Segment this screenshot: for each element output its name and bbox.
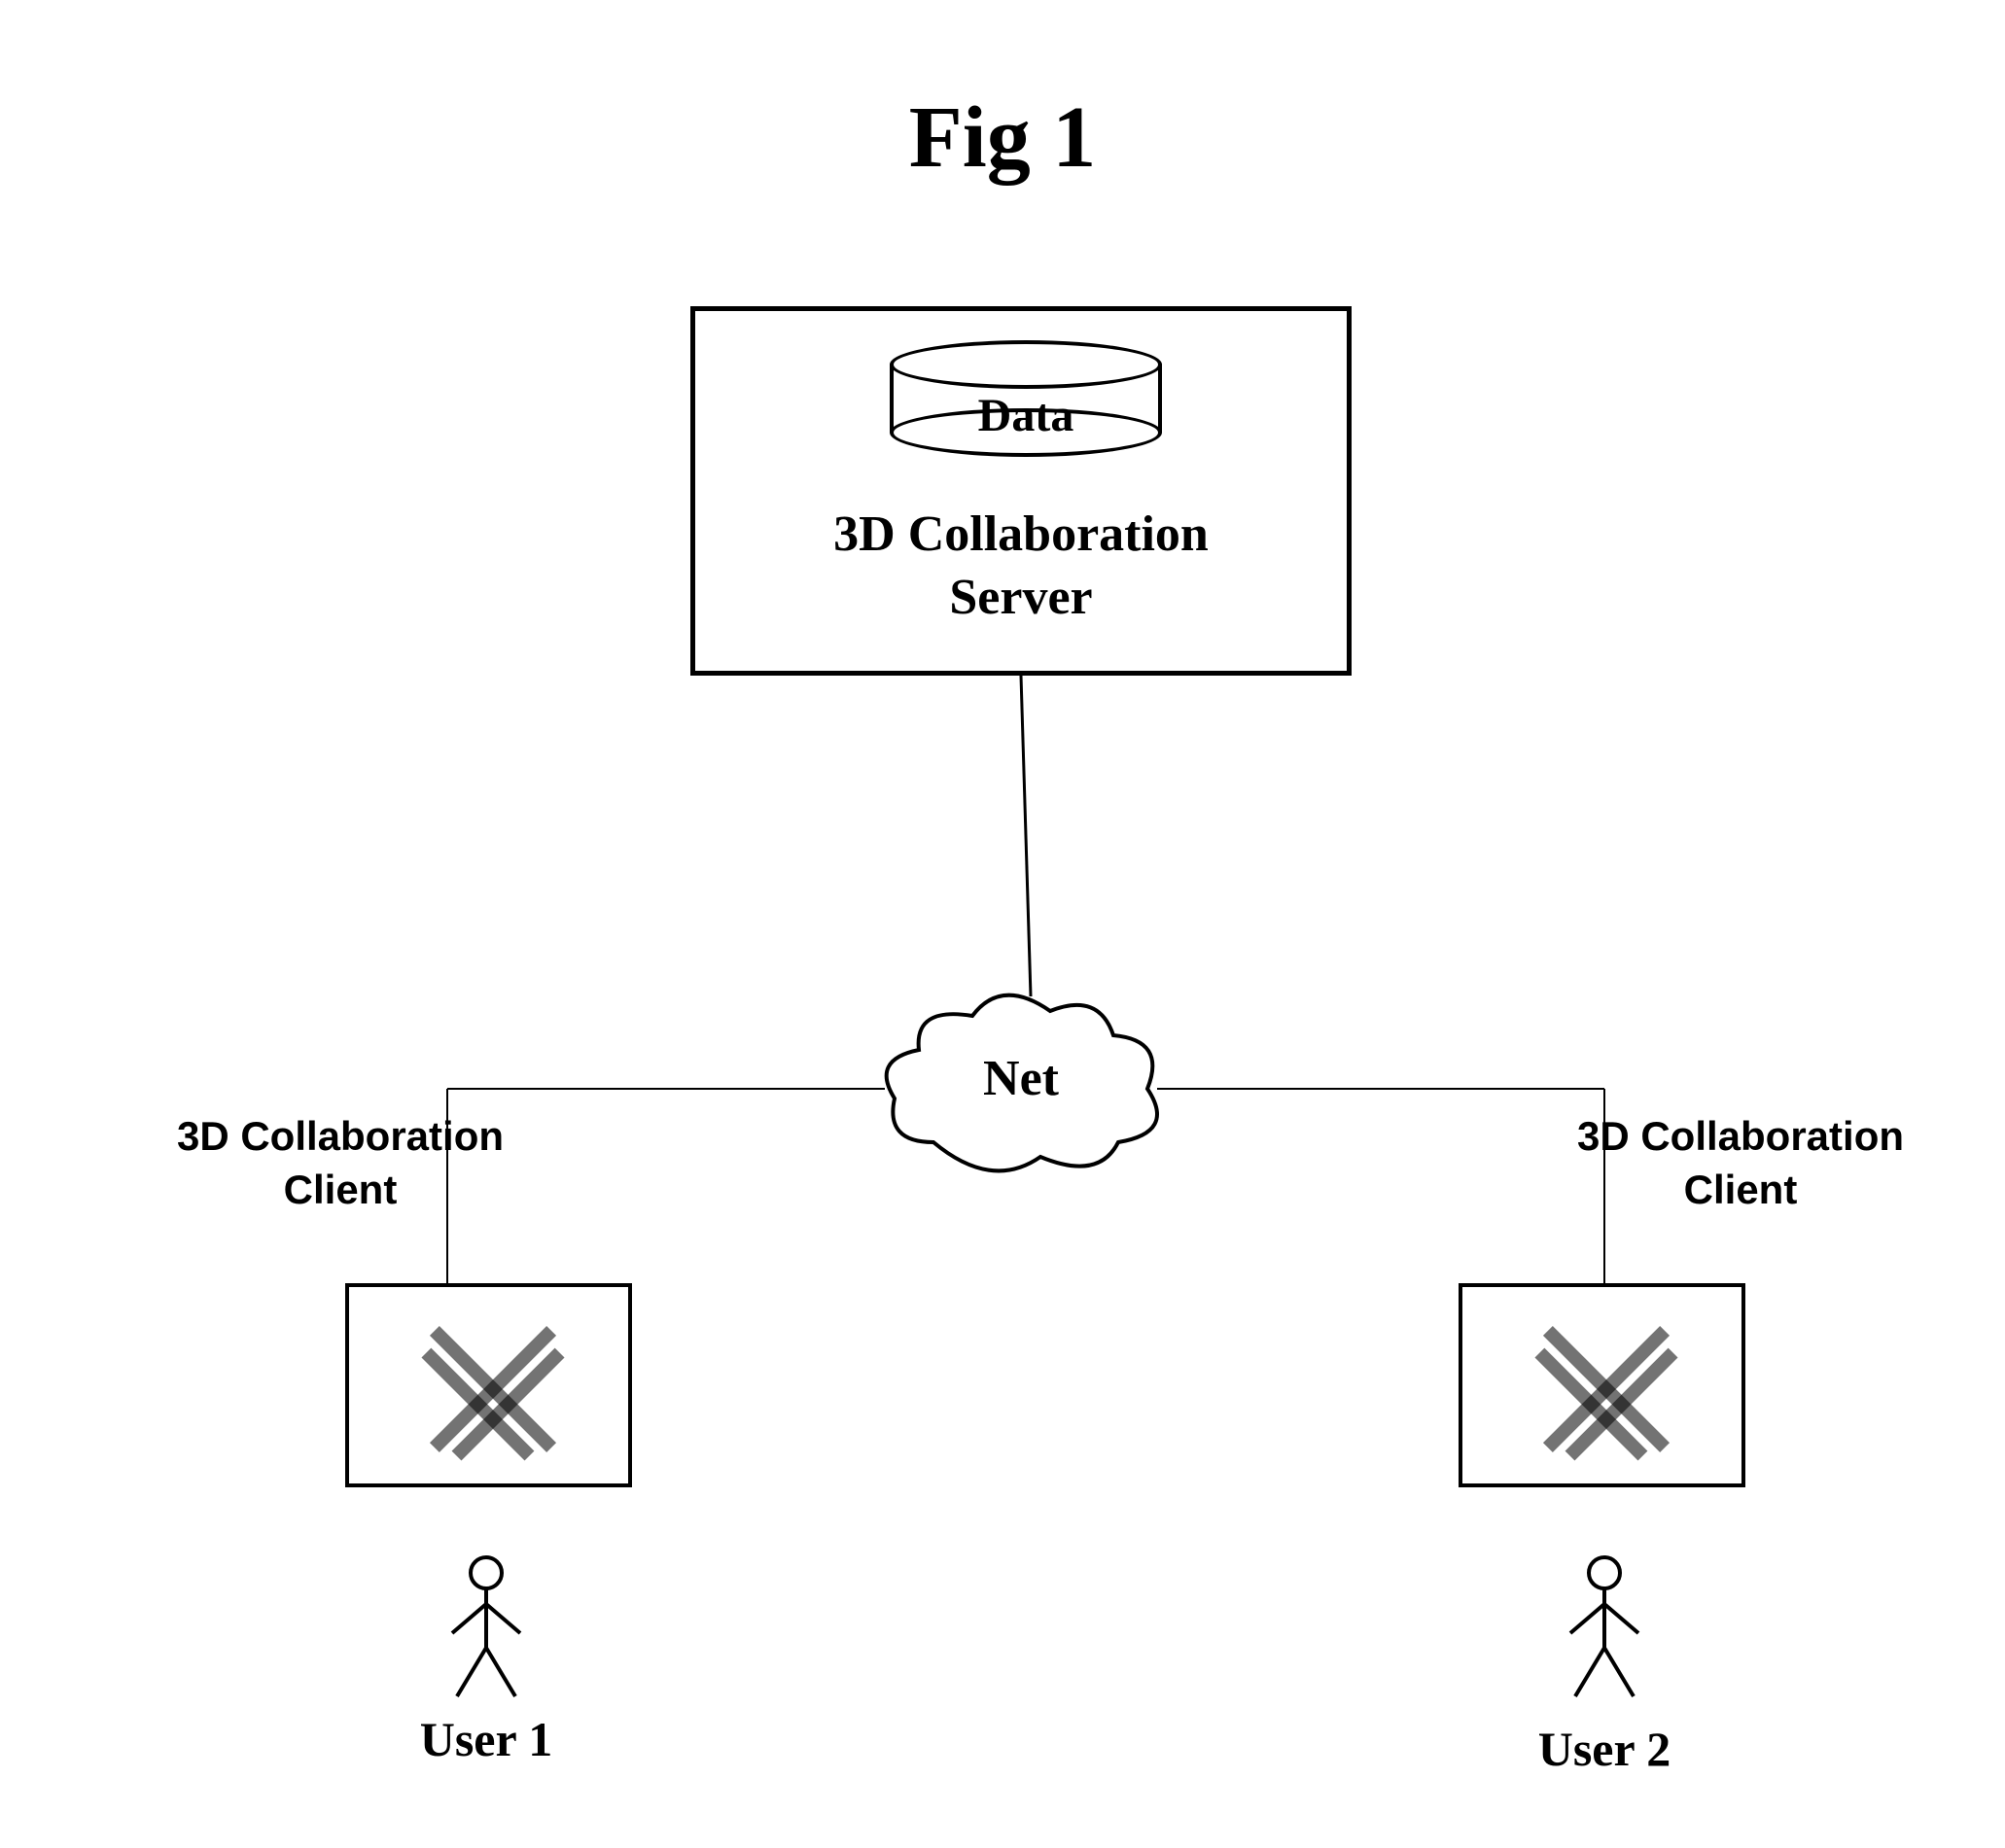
user-1-icon [438,1555,535,1701]
client-left-box [345,1283,632,1487]
client-right-title-line2: Client [1536,1167,1945,1213]
client-right-box [1459,1283,1745,1487]
client-right-x-icon [1548,1331,1665,1447]
user-2-icon [1556,1555,1653,1701]
user-2-label: User 2 [1459,1721,1750,1777]
client-right-title-line1: 3D Collaboration [1536,1113,1945,1160]
client-left-x-icon [435,1331,551,1447]
diagram-canvas: Fig 1 Data 3D Collaboration Server Net [0,0,2005,1848]
user-1-label: User 1 [340,1711,632,1767]
client-left-title-line1: 3D Collaboration [136,1113,545,1160]
client-left-title-line2: Client [136,1167,545,1213]
connector-lines [0,0,2005,1848]
